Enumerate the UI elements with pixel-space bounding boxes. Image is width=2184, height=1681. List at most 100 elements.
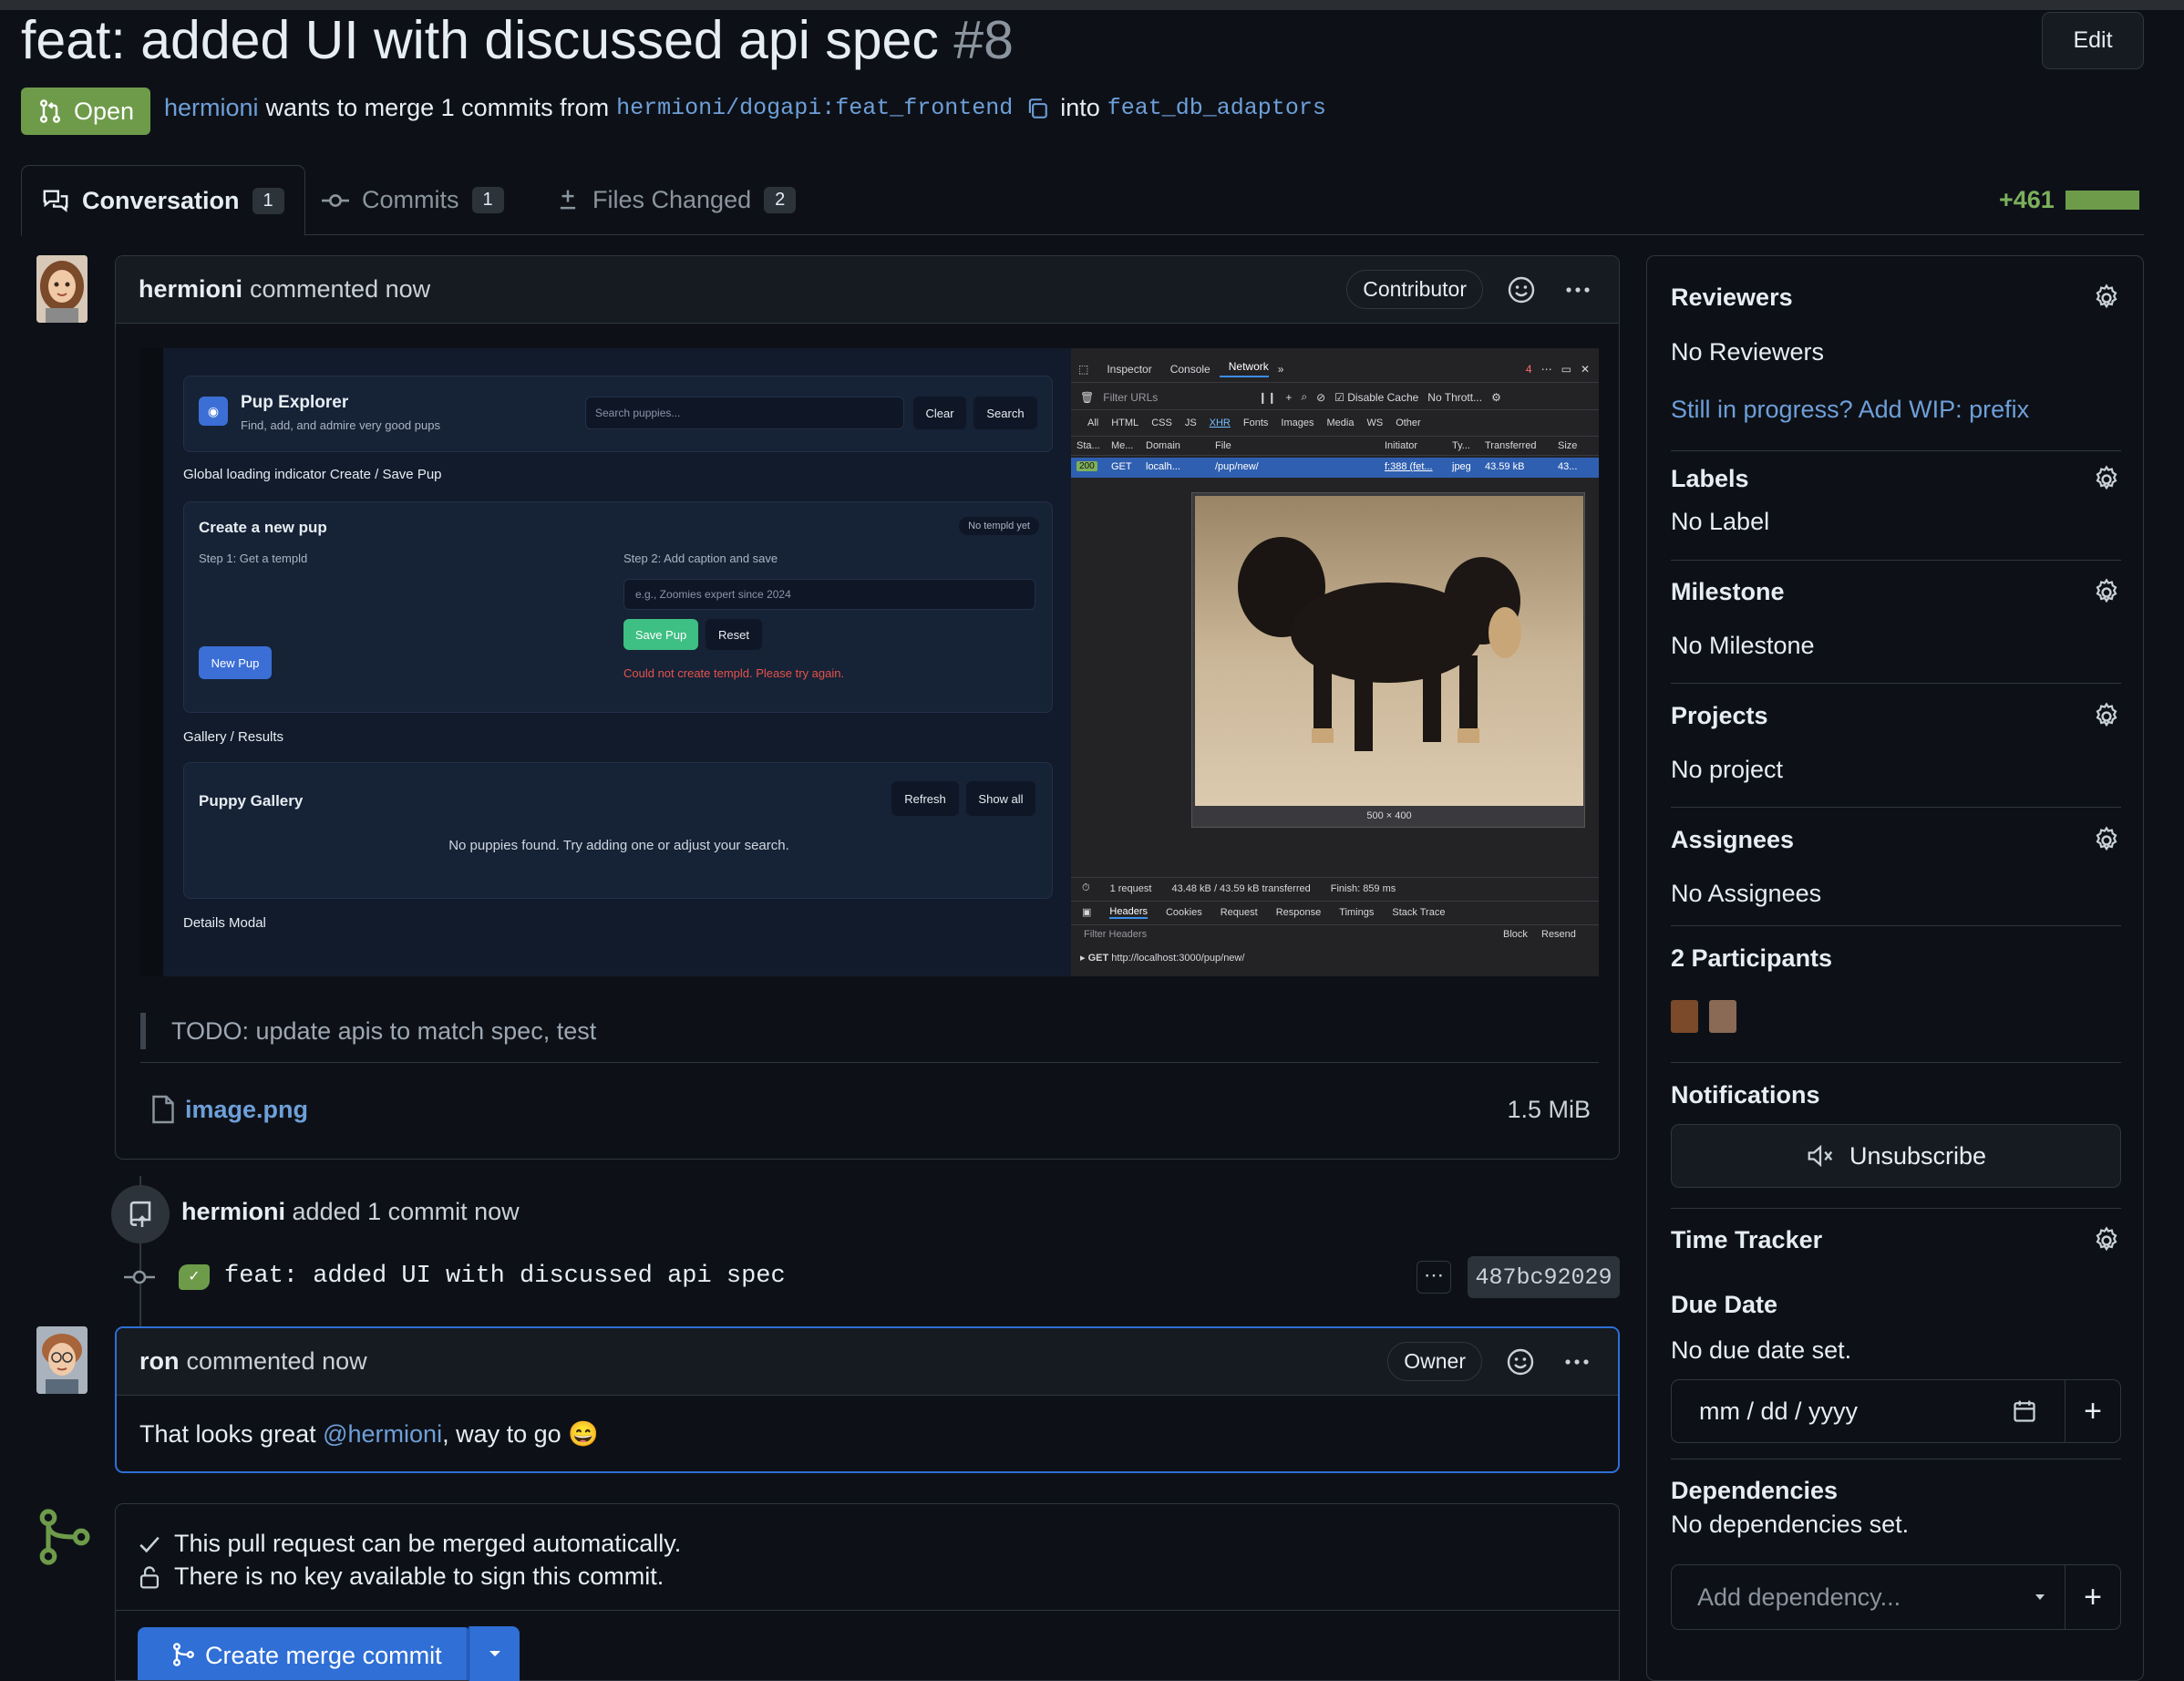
detail-tab-headers[interactable]: Headers <box>1109 906 1148 919</box>
attachment-name[interactable]: image.png <box>185 1096 308 1124</box>
col-initiator[interactable]: Initiator <box>1385 440 1417 451</box>
col-file[interactable]: File <box>1215 440 1231 451</box>
col-status[interactable]: Sta... <box>1077 440 1100 451</box>
commit-message[interactable]: feat: added UI with discussed api spec <box>224 1263 786 1290</box>
show-all-button[interactable]: Show all <box>966 781 1035 816</box>
edit-button[interactable]: Edit <box>2042 12 2144 69</box>
disable-cache-checkbox[interactable]: ☑ Disable Cache <box>1334 391 1418 404</box>
detail-tab-stack-trace[interactable]: Stack Trace <box>1392 907 1445 918</box>
verified-signature-icon[interactable]: ✓ <box>179 1264 210 1290</box>
detail-tab-cookies[interactable]: Cookies <box>1166 907 1202 918</box>
projects-gear-icon[interactable] <box>2092 702 2121 731</box>
error-count[interactable]: 4 <box>1526 363 1532 376</box>
unsubscribe-button[interactable]: Unsubscribe <box>1671 1124 2121 1188</box>
block-button[interactable]: Block <box>1503 929 1528 940</box>
participant-avatar-hermioni[interactable] <box>1671 1000 1698 1033</box>
filter-headers-input[interactable]: Filter Headers <box>1084 929 1147 940</box>
pick-element-icon[interactable]: ⬚ <box>1078 363 1088 376</box>
caption-input[interactable]: e.g., Zoomies expert since 2024 <box>623 579 1035 610</box>
app-search-button[interactable]: Search <box>974 397 1037 429</box>
source-branch-link[interactable]: hermioni/dogapi:feat_frontend <box>616 95 1013 121</box>
col-domain[interactable]: Domain <box>1146 440 1180 451</box>
request-row[interactable]: 200 GET localh... /pup/new/ f:388 (fet..… <box>1071 458 1599 478</box>
reset-button[interactable]: Reset <box>706 619 762 650</box>
devtools-menu-icon[interactable]: ⋯ <box>1541 363 1552 376</box>
detail-tab-request[interactable]: Request <box>1221 907 1258 918</box>
type-images[interactable]: Images <box>1281 418 1313 428</box>
mention-link[interactable]: @hermioni <box>323 1420 442 1448</box>
detail-tab-response[interactable]: Response <box>1276 907 1322 918</box>
commit-event-author[interactable]: hermioni <box>181 1198 285 1225</box>
comment-author[interactable]: hermioni <box>139 275 242 304</box>
copy-icon[interactable] <box>1025 97 1049 120</box>
comment-menu-button[interactable] <box>1560 272 1596 308</box>
network-settings-icon[interactable]: ⚙ <box>1491 391 1501 404</box>
type-js[interactable]: JS <box>1185 418 1197 428</box>
devtools-tab-inspector[interactable]: Inspector <box>1097 363 1151 376</box>
block-icon[interactable]: ⊘ <box>1316 391 1325 404</box>
devtools-close-icon[interactable]: ✕ <box>1581 363 1590 376</box>
request-url-line[interactable]: ▸ GET http://localhost:3000/pup/new/ <box>1080 952 1244 964</box>
detail-panel-icon[interactable]: ▣ <box>1082 906 1091 918</box>
reviewers-gear-icon[interactable] <box>2092 284 2121 313</box>
dependency-select[interactable]: Add dependency... <box>1672 1565 2066 1629</box>
new-pup-button[interactable]: New Pup <box>199 646 272 679</box>
comment-menu-button[interactable] <box>1559 1344 1595 1380</box>
commit-sha[interactable]: 487bc92029 <box>1468 1256 1620 1298</box>
devtools-tab-console[interactable]: Console <box>1161 363 1210 376</box>
participant-avatar-ron[interactable] <box>1709 1000 1736 1033</box>
type-media[interactable]: Media <box>1326 418 1354 428</box>
labels-gear-icon[interactable] <box>2092 465 2121 494</box>
refresh-button[interactable]: Refresh <box>891 781 959 816</box>
col-type[interactable]: Ty... <box>1452 440 1470 451</box>
more-tabs-icon[interactable]: » <box>1278 363 1284 376</box>
wip-link[interactable]: Still in progress? Add WIP: prefix <box>1671 396 2121 424</box>
author-link[interactable]: hermioni <box>164 94 259 122</box>
app-clear-button[interactable]: Clear <box>913 397 966 429</box>
time-tracker-gear-icon[interactable] <box>2092 1226 2121 1255</box>
tab-files-changed[interactable]: Files Changed 2 <box>536 165 816 235</box>
tab-conversation[interactable]: Conversation 1 <box>21 165 305 236</box>
commit-expand-button[interactable]: ⋯ <box>1417 1261 1451 1294</box>
add-dependency-button[interactable]: + <box>2066 1565 2120 1629</box>
type-other[interactable]: Other <box>1396 418 1421 428</box>
avatar-hermioni[interactable] <box>36 255 88 323</box>
type-ws[interactable]: WS <box>1366 418 1383 428</box>
reaction-button[interactable] <box>1502 1344 1539 1380</box>
save-pup-button[interactable]: Save Pup <box>623 619 698 650</box>
search-icon[interactable]: ⌕ <box>1301 390 1307 404</box>
col-transferred[interactable]: Transferred <box>1485 440 1536 451</box>
type-all[interactable]: All <box>1087 418 1098 428</box>
avatar-ron[interactable] <box>36 1326 88 1394</box>
filter-urls-input[interactable]: Filter URLs <box>1103 391 1249 404</box>
reaction-button[interactable] <box>1503 272 1540 308</box>
embedded-screenshot[interactable]: ◉ Pup Explorer Find, add, and admire ver… <box>140 348 1599 976</box>
type-html[interactable]: HTML <box>1111 418 1138 428</box>
calendar-icon[interactable] <box>2012 1398 2037 1424</box>
assignees-gear-icon[interactable] <box>2092 826 2121 855</box>
detail-tab-timings[interactable]: Timings <box>1339 907 1374 918</box>
milestone-gear-icon[interactable] <box>2092 578 2121 607</box>
attachment-row[interactable]: image.png 1.5 MiB <box>150 1091 1591 1128</box>
type-fonts[interactable]: Fonts <box>1243 418 1269 428</box>
type-xhr[interactable]: XHR <box>1210 418 1231 428</box>
devtools-tab-network[interactable]: Network <box>1219 360 1269 377</box>
throttle-select[interactable]: No Thrott... <box>1427 391 1482 404</box>
col-method[interactable]: Me... <box>1111 440 1133 451</box>
tab-commits[interactable]: Commits 1 <box>302 165 524 235</box>
trash-icon[interactable]: 🗑 <box>1080 391 1094 404</box>
pause-icon[interactable]: ❙❙ <box>1258 391 1276 404</box>
merge-caret-button[interactable] <box>469 1626 520 1681</box>
col-size[interactable]: Size <box>1558 440 1577 451</box>
merge-button-main[interactable]: Create merge commit <box>138 1627 468 1680</box>
add-due-date-button[interactable]: + <box>2066 1380 2120 1442</box>
type-css[interactable]: CSS <box>1151 418 1172 428</box>
plus-icon[interactable]: + <box>1285 391 1292 404</box>
app-search-input[interactable]: Search puppies... <box>585 397 904 429</box>
target-branch-link[interactable]: feat_db_adaptors <box>1107 95 1326 121</box>
dock-icon[interactable]: ▭ <box>1561 363 1571 376</box>
resend-button[interactable]: Resend <box>1541 929 1576 940</box>
due-date-input[interactable]: mm / dd / yyyy <box>1672 1380 2066 1442</box>
create-merge-commit-button[interactable]: Create merge commit <box>138 1627 471 1680</box>
comment-author[interactable]: ron <box>139 1347 180 1376</box>
